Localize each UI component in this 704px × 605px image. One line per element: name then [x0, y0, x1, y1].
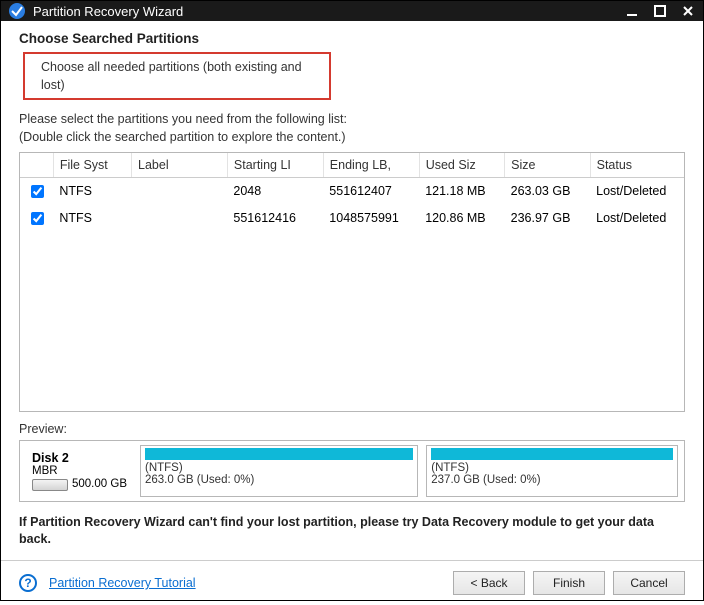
cell-filesystem: NTFS — [53, 205, 131, 232]
cell-start-lba: 2048 — [227, 177, 323, 205]
cell-used-size: 120.86 MB — [419, 205, 504, 232]
partition-size: 263.0 GB (Used: 0%) — [145, 474, 413, 486]
cell-end-lba: 1048575991 — [323, 205, 419, 232]
cell-end-lba: 551612407 — [323, 177, 419, 205]
cell-label — [132, 177, 228, 205]
instructions-text: Please select the partitions you need fr… — [1, 110, 703, 152]
row-checkbox[interactable] — [31, 185, 44, 198]
app-icon — [7, 1, 27, 21]
col-label[interactable]: Label — [132, 153, 228, 177]
preview-label: Preview: — [1, 412, 703, 440]
preview-partition[interactable]: (NTFS)263.0 GB (Used: 0%) — [140, 445, 418, 497]
cell-start-lba: 551612416 — [227, 205, 323, 232]
partition-fs: (NTFS) — [431, 462, 673, 474]
disk-info: Disk 2 MBR 500.00 GB — [20, 441, 138, 501]
cell-label — [132, 205, 228, 232]
wizard-window: Partition Recovery Wizard Choose Searche… — [0, 0, 704, 601]
help-icon[interactable]: ? — [19, 574, 37, 592]
partition-table: File Syst Label Starting LI Ending LB, U… — [19, 152, 685, 412]
col-end-lba[interactable]: Ending LB, — [323, 153, 419, 177]
col-filesystem[interactable]: File Syst — [53, 153, 131, 177]
window-title: Partition Recovery Wizard — [33, 4, 625, 19]
partition-bar — [431, 448, 673, 460]
disk-name: Disk 2 — [32, 451, 130, 465]
cell-filesystem: NTFS — [53, 177, 131, 205]
tutorial-link[interactable]: Partition Recovery Tutorial — [49, 576, 196, 590]
col-used-size[interactable]: Used Siz — [419, 153, 504, 177]
partition-size: 237.0 GB (Used: 0%) — [431, 474, 673, 486]
partition-bar — [145, 448, 413, 460]
content-area: Choose Searched Partitions Choose all ne… — [1, 21, 703, 605]
footer: ? Partition Recovery Tutorial < Back Fin… — [1, 561, 703, 605]
minimize-icon[interactable] — [625, 4, 639, 18]
page-subheading: Choose all needed partitions (both exist… — [41, 60, 302, 92]
disk-size: 500.00 GB — [72, 478, 127, 490]
col-check[interactable] — [20, 153, 53, 177]
cancel-button[interactable]: Cancel — [613, 571, 685, 595]
recovery-note: If Partition Recovery Wizard can't find … — [1, 510, 703, 556]
col-status[interactable]: Status — [590, 153, 684, 177]
maximize-icon[interactable] — [653, 4, 667, 18]
titlebar: Partition Recovery Wizard — [1, 1, 703, 21]
cell-status: Lost/Deleted — [590, 177, 684, 205]
preview-panel: Disk 2 MBR 500.00 GB (NTFS)263.0 GB (Use… — [19, 440, 685, 502]
instructions-line2: (Double click the searched partition to … — [19, 128, 685, 146]
cell-status: Lost/Deleted — [590, 205, 684, 232]
back-button[interactable]: < Back — [453, 571, 525, 595]
table-header-row: File Syst Label Starting LI Ending LB, U… — [20, 153, 684, 177]
cell-used-size: 121.18 MB — [419, 177, 504, 205]
disk-icon — [32, 479, 68, 491]
close-icon[interactable] — [681, 4, 695, 18]
table-row[interactable]: NTFS 5516124161048575991120.86 MB236.97 G… — [20, 205, 684, 232]
instructions-line1: Please select the partitions you need fr… — [19, 110, 685, 128]
subheading-highlight: Choose all needed partitions (both exist… — [23, 52, 331, 100]
col-size[interactable]: Size — [505, 153, 590, 177]
preview-partition[interactable]: (NTFS)237.0 GB (Used: 0%) — [426, 445, 678, 497]
partition-fs: (NTFS) — [145, 462, 413, 474]
col-start-lba[interactable]: Starting LI — [227, 153, 323, 177]
cell-size: 236.97 GB — [505, 205, 590, 232]
table-row[interactable]: NTFS 2048551612407121.18 MB263.03 GBLost/… — [20, 177, 684, 205]
finish-button[interactable]: Finish — [533, 571, 605, 595]
row-checkbox[interactable] — [31, 212, 44, 225]
cell-size: 263.03 GB — [505, 177, 590, 205]
disk-scheme: MBR — [32, 465, 130, 477]
preview-bars: (NTFS)263.0 GB (Used: 0%)(NTFS)237.0 GB … — [138, 441, 684, 501]
page-heading: Choose Searched Partitions — [19, 31, 685, 46]
